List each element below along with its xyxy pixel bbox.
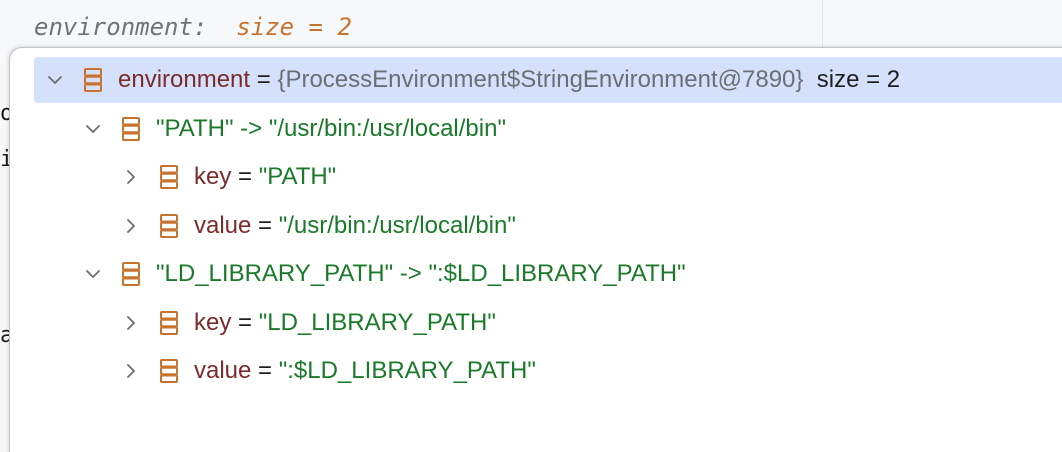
tree-row[interactable]: "LD_LIBRARY_PATH" -> ":$LD_LIBRARY_PATH" (82, 251, 1062, 297)
assign-operator: = (231, 308, 259, 336)
chevron-down-icon[interactable] (82, 118, 104, 140)
variable-field-icon (82, 68, 104, 92)
variable-field-icon (158, 165, 180, 189)
variable-field-icon (158, 359, 180, 383)
inline-hint-name: environment: (34, 13, 208, 41)
variable-field-icon (120, 116, 142, 141)
chevron-right-icon[interactable] (120, 360, 142, 382)
editor-divider (822, 0, 823, 48)
variable-value: ":$LD_LIBRARY_PATH" (278, 357, 536, 384)
chevron-right-icon[interactable] (120, 166, 142, 188)
assign-operator: = (250, 66, 278, 93)
variable-value: "LD_LIBRARY_PATH" (258, 308, 496, 336)
tree-row[interactable]: environment = {ProcessEnvironment$String… (34, 57, 1062, 103)
variable-inspector-popup: environment = {ProcessEnvironment$String… (10, 48, 1062, 452)
variable-value: "/usr/bin:/usr/local/bin" (278, 211, 516, 239)
tree-row[interactable]: key = "PATH" (120, 154, 1062, 200)
map-entry-text: "PATH" -> "/usr/bin:/usr/local/bin" (156, 114, 506, 142)
inline-hint-size: size = 2 (236, 13, 352, 41)
variable-value: "PATH" (258, 163, 337, 190)
variable-name: environment (118, 66, 251, 93)
chevron-right-icon[interactable] (120, 312, 142, 334)
variable-field-icon (158, 310, 180, 335)
variable-name: key (194, 308, 232, 336)
assign-operator: = (231, 163, 259, 190)
tree-row[interactable]: key = "LD_LIBRARY_PATH" (120, 300, 1062, 346)
chevron-down-icon[interactable] (82, 263, 104, 285)
tree-row[interactable]: "PATH" -> "/usr/bin:/usr/local/bin" (82, 106, 1062, 152)
tree-row[interactable]: value = "/usr/bin:/usr/local/bin" (120, 203, 1062, 249)
variable-value: {ProcessEnvironment$StringEnvironment@78… (277, 66, 804, 93)
assign-operator: = (251, 211, 279, 239)
assign-operator: = (251, 357, 279, 384)
inline-debug-hint: environment: size = 2 (34, 10, 352, 44)
collection-size: size = 2 (803, 66, 901, 93)
chevron-down-icon[interactable] (44, 69, 66, 91)
variable-name: key (194, 163, 232, 190)
variable-field-icon (120, 262, 142, 286)
variable-name: value (194, 211, 252, 239)
chevron-right-icon[interactable] (120, 215, 142, 237)
variable-field-icon (158, 213, 180, 238)
variable-name: value (194, 357, 252, 384)
map-entry-text: "LD_LIBRARY_PATH" -> ":$LD_LIBRARY_PATH" (156, 260, 686, 287)
tree-row[interactable]: value = ":$LD_LIBRARY_PATH" (120, 348, 1062, 394)
